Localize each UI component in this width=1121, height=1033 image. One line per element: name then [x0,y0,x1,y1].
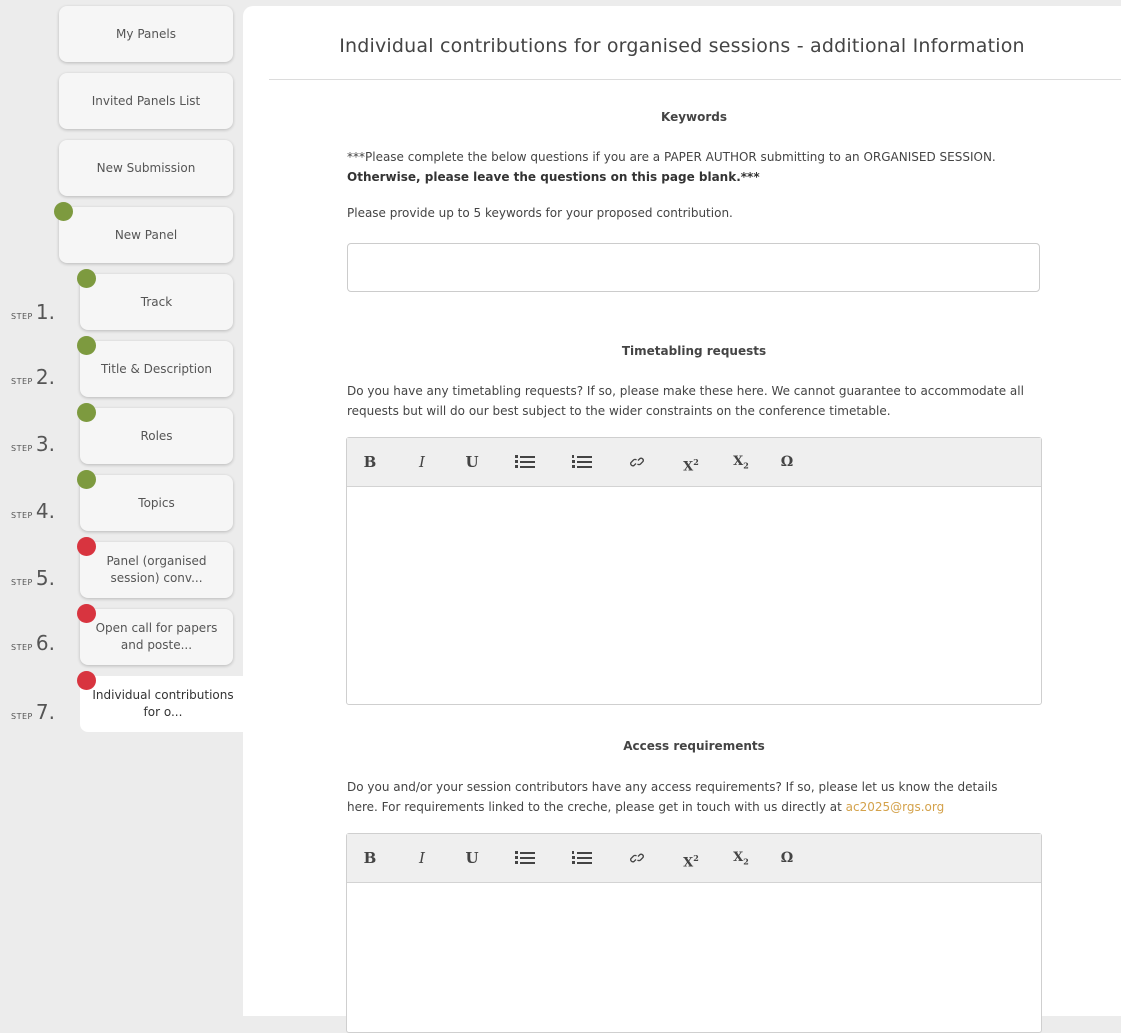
step-label-text: Topics [138,495,175,510]
step-complete-dot [77,403,96,422]
underline-button[interactable]: U [465,452,479,472]
step-individual-contributions[interactable]: Individual contributions for o... [80,676,246,732]
underline-button[interactable]: U [465,848,479,868]
keywords-prompt: Please provide up to 5 keywords for your… [347,206,733,220]
step-number: STEP 7. [11,700,55,724]
description-line: Do you and/or your session contributors … [347,780,998,794]
email-link[interactable]: ac2025@rgs.org [846,800,945,814]
link-icon[interactable] [629,454,645,470]
superscript-button[interactable]: X2 [681,452,701,474]
link-icon[interactable] [629,850,645,866]
step-topics[interactable]: Topics [80,475,233,531]
title-divider [269,79,1121,80]
description-line: Do you have any timetabling requests? If… [347,384,1024,398]
step-roles[interactable]: Roles [80,408,233,464]
step-number: STEP 2. [11,365,55,389]
step-label-text: Individual contributions for o... [92,688,234,719]
access-editor: B I U X2 X2 Ω [346,833,1042,1033]
nav-invited-panels-list[interactable]: Invited Panels List [59,73,233,129]
step-number: STEP 6. [11,631,55,655]
step-label-text: Title & Description [100,361,213,376]
bold-button[interactable]: B [363,452,377,472]
timetabling-textarea[interactable] [347,487,1041,705]
keywords-intro: ***Please complete the below questions i… [347,147,1047,187]
superscript-button[interactable]: X2 [681,848,701,870]
numbered-list-icon[interactable] [572,455,592,469]
keywords-input[interactable] [347,243,1040,292]
intro-line: ***Please complete the below questions i… [347,150,996,164]
nav-new-panel[interactable]: New Panel [59,207,233,263]
access-heading: Access requirements [623,739,765,753]
bullet-list-icon[interactable] [515,851,535,865]
step-incomplete-dot [77,671,96,690]
special-character-button[interactable]: Ω [779,848,795,868]
editor-toolbar: B I U X2 X2 Ω [347,834,1041,883]
nav-label: Invited Panels List [91,93,201,108]
bold-button[interactable]: B [363,848,377,868]
timetabling-description: Do you have any timetabling requests? If… [347,381,1047,421]
nav-label: My Panels [116,26,176,41]
description-line: requests but will do our best subject to… [347,404,891,418]
numbered-list-icon[interactable] [572,851,592,865]
main-panel: Individual contributions for organised s… [243,6,1121,1033]
editor-toolbar: B I U X2 X2 Ω [347,438,1041,487]
timetabling-heading: Timetabling requests [621,344,767,358]
timetabling-editor: B I U X2 X2 Ω [346,437,1042,705]
nav-label: New Submission [96,160,196,175]
special-character-button[interactable]: Ω [779,452,795,472]
step-track[interactable]: Track [80,274,233,330]
intro-bold-line: Otherwise, please leave the questions on… [347,170,760,184]
bullet-list-icon[interactable] [515,455,535,469]
step-incomplete-dot [77,604,96,623]
step-incomplete-dot [77,537,96,556]
italic-button[interactable]: I [415,452,429,472]
step-label-text: Roles [140,428,173,443]
description-line: here. For requirements linked to the cre… [347,800,945,814]
nav-my-panels[interactable]: My Panels [59,6,233,62]
step-number: STEP 1. [11,300,55,324]
nav-label: New Panel [114,227,178,242]
subscript-button[interactable]: X2 [731,848,751,868]
access-description: Do you and/or your session contributors … [347,777,1047,817]
step-label-text: Panel (organised session) conv... [106,554,207,585]
step-number: STEP 5. [11,566,55,590]
new-panel-status-dot [54,202,73,221]
italic-button[interactable]: I [415,848,429,868]
step-panel-conveners[interactable]: Panel (organised session) conv... [80,542,233,598]
step-open-call[interactable]: Open call for papers and poste... [80,609,233,665]
step-number: STEP 4. [11,499,55,523]
page-title: Individual contributions for organised s… [339,35,1025,57]
subscript-button[interactable]: X2 [731,452,751,472]
keywords-heading: Keywords [660,110,728,124]
access-textarea[interactable] [347,883,1041,1033]
step-label-text: Open call for papers and poste... [95,621,218,652]
step-title-description[interactable]: Title & Description [80,341,233,397]
step-complete-dot [77,336,96,355]
step-complete-dot [77,269,96,288]
step-complete-dot [77,470,96,489]
step-label-text: Track [140,294,173,309]
nav-new-submission[interactable]: New Submission [59,140,233,196]
step-number: STEP 3. [11,432,55,456]
